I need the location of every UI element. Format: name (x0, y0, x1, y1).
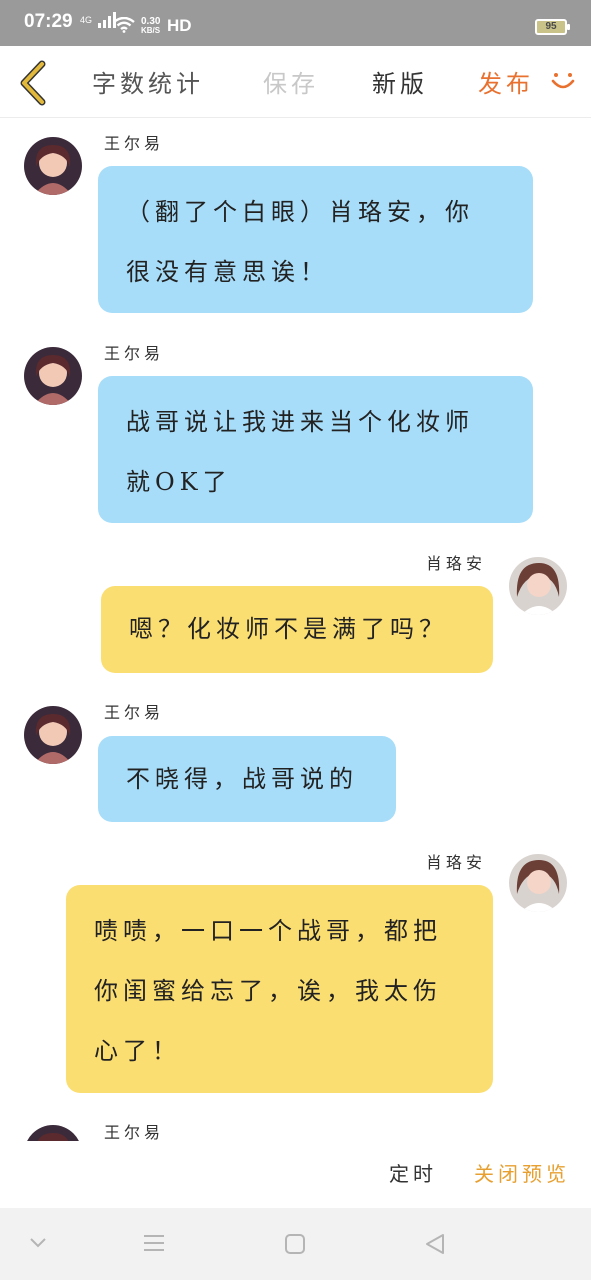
message-bubble: 嗯？化妆师不是满了吗？ (101, 586, 493, 673)
save-button[interactable]: 保存 (263, 64, 319, 99)
network-type: 4G (80, 14, 93, 25)
chevron-down-icon[interactable] (28, 1236, 48, 1250)
menu-icon[interactable] (143, 1233, 165, 1253)
word-count-button[interactable]: 字数统计 (92, 64, 204, 99)
chat-preview[interactable]: 王尔易 （翻了个白眼）肖珞安，你 很没有意思诶！ 王尔易 战哥说让我进来当个化妆… (0, 119, 591, 1141)
status-bar: 07:29 4G 0.30 KB/S HD 95 (0, 0, 591, 46)
message-line: 心了！ (94, 1037, 181, 1065)
publish-button[interactable]: 发布 (478, 64, 534, 99)
network-speed: 0.30 KB/S (141, 16, 161, 36)
avatar (509, 557, 567, 615)
avatar (24, 137, 82, 195)
sender-name: 王尔易 (104, 134, 165, 153)
avatar (509, 854, 567, 912)
bottom-actions: 定时 关闭预览 (0, 1141, 591, 1208)
timer-button[interactable]: 定时 (389, 1158, 437, 1187)
message-bubble: 不晓得，战哥说的 (98, 736, 396, 822)
wifi-icon (113, 17, 135, 33)
message-line: 啧啧，一口一个战哥，都把 (94, 917, 442, 945)
back-icon[interactable] (423, 1232, 447, 1256)
message-line: 就OK了 (126, 468, 232, 496)
message-bubble: 啧啧，一口一个战哥，都把 你闺蜜给忘了，诶，我太伤 心了！ (66, 885, 493, 1093)
sender-name: 王尔易 (104, 1123, 165, 1141)
toolbar: 字数统计 保存 新版 发布 (0, 46, 591, 118)
battery-level: 95 (545, 21, 557, 32)
sender-name: 王尔易 (104, 344, 165, 363)
avatar (24, 706, 82, 764)
sender-name: 肖珞安 (426, 554, 487, 573)
hd-label: HD (167, 16, 192, 35)
back-arrow-icon[interactable] (16, 60, 50, 106)
sender-name: 王尔易 (104, 703, 165, 722)
message-bubble: （翻了个白眼）肖珞安，你 很没有意思诶！ (98, 166, 533, 313)
message-line: 很没有意思诶！ (126, 258, 329, 286)
status-time: 07:29 (24, 11, 73, 32)
message-bubble: 战哥说让我进来当个化妆师 就OK了 (98, 376, 533, 523)
message-line: 你闺蜜给忘了，诶，我太伤 (94, 977, 442, 1005)
home-icon[interactable] (284, 1233, 306, 1255)
close-preview-button[interactable]: 关闭预览 (474, 1158, 570, 1187)
message-line: 战哥说让我进来当个化妆师 (126, 408, 474, 436)
avatar (24, 347, 82, 405)
smile-icon (551, 73, 575, 89)
battery-icon: 95 (535, 19, 570, 35)
message-line: 不晓得，战哥说的 (126, 765, 358, 793)
new-version-button[interactable]: 新版 (372, 64, 428, 99)
avatar (24, 1125, 82, 1141)
message-line: 嗯？化妆师不是满了吗？ (129, 615, 448, 643)
sender-name: 肖珞安 (426, 853, 487, 872)
message-line: （翻了个白眼）肖珞安，你 (126, 198, 474, 226)
navigation-bar (0, 1208, 591, 1280)
